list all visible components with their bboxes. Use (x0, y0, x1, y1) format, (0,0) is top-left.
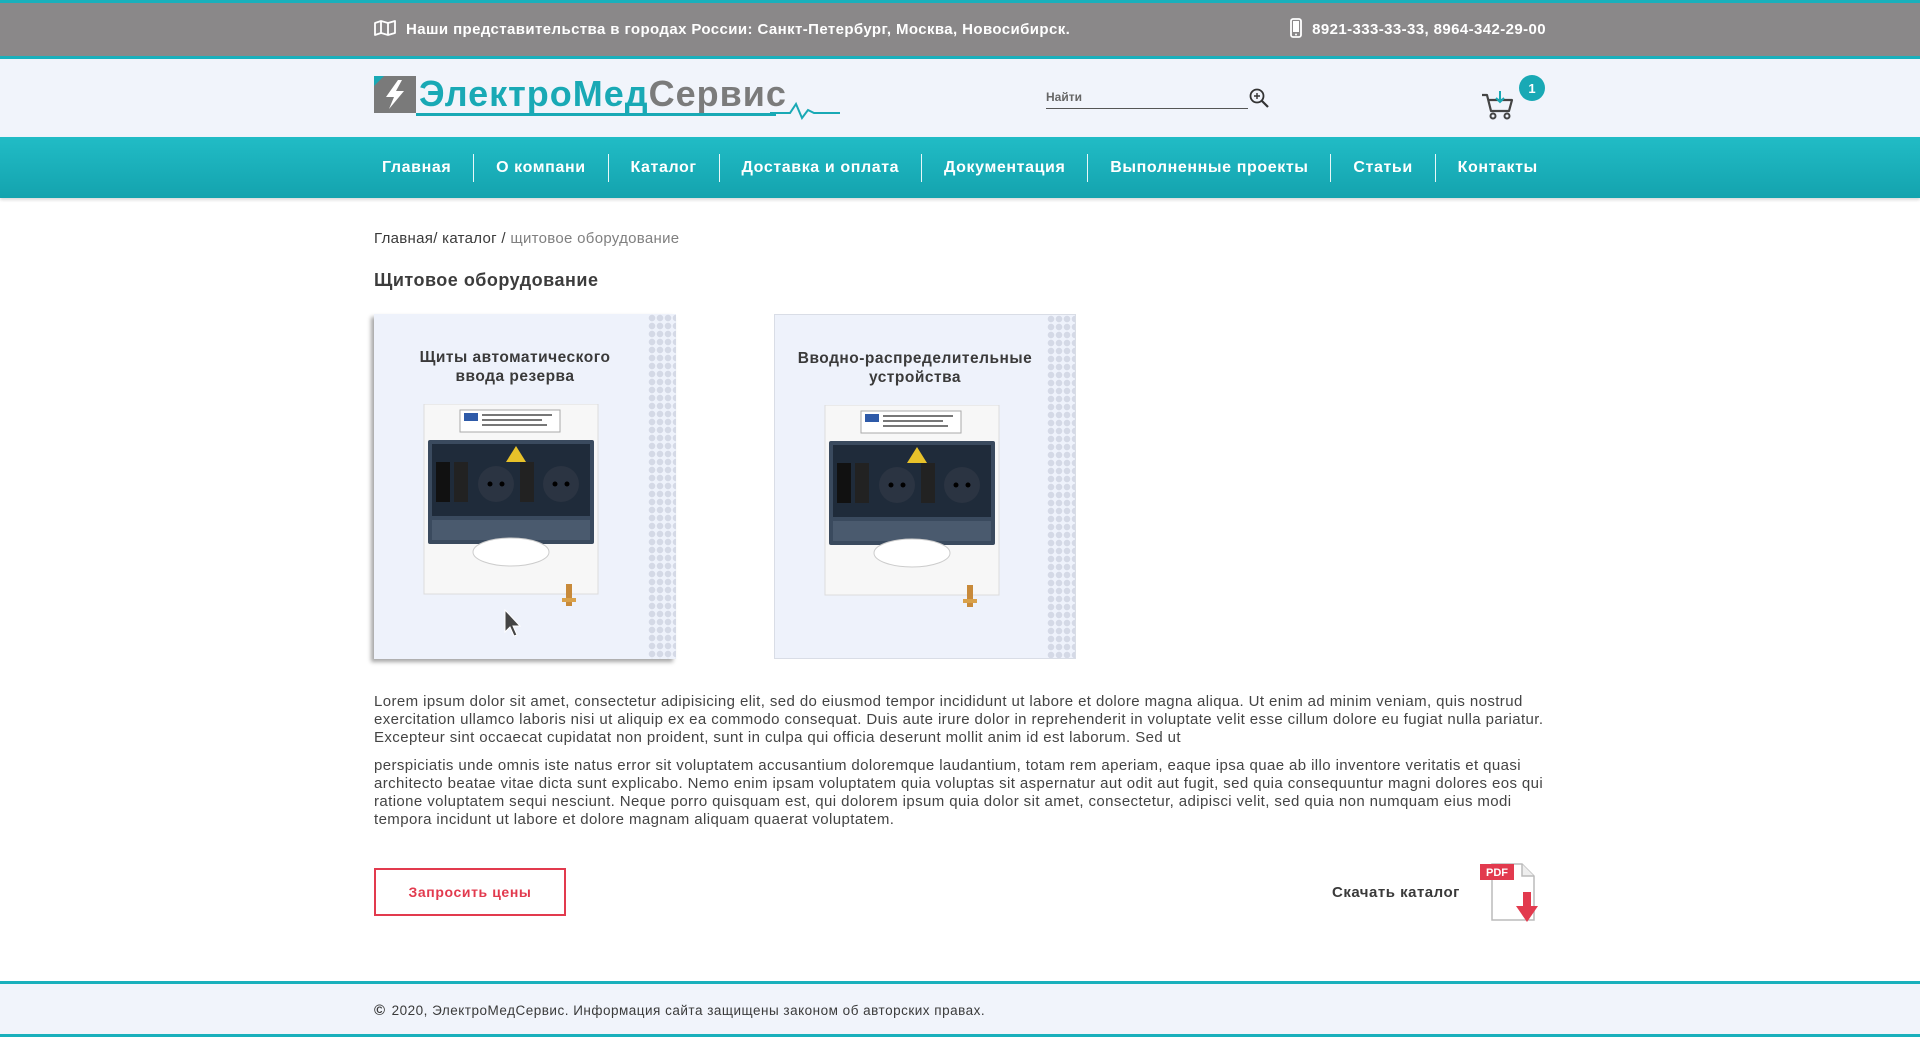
footer-copyright: © 2020, ЭлектроМедСервис. Информация сай… (374, 1002, 985, 1019)
nav-item-about[interactable]: О компани (488, 159, 594, 177)
cart-icon[interactable] (1480, 89, 1516, 121)
phones-info: 8921-333-33-33, 8964-342-29-00 (1290, 17, 1546, 42)
breadcrumb-separator: / (496, 230, 511, 247)
electrical-panel-image (423, 404, 599, 606)
nav-separator (1087, 153, 1089, 182)
main-navigation: Главная О компани Каталог Доставка и опл… (0, 137, 1920, 198)
nav-separator (1434, 153, 1436, 182)
nav-separator (1330, 153, 1332, 182)
page-title: Щитовое оборудование (374, 270, 599, 290)
copyright-text: 2020, ЭлектроМедСервис. Информация сайта… (391, 1003, 986, 1018)
mouse-pointer-icon (504, 608, 522, 637)
top-info-bar: Наши представительства в городах России:… (0, 0, 1920, 59)
nav-separator (607, 153, 609, 182)
map-icon (374, 19, 396, 40)
search-box (1046, 85, 1271, 109)
pdf-badge: PDF (1486, 867, 1508, 879)
download-catalog-label: Скачать каталог (1332, 884, 1460, 901)
site-footer: © 2020, ЭлектроМедСервис. Информация сай… (0, 981, 1920, 1037)
nav-item-articles[interactable]: Статьи (1345, 159, 1420, 177)
card-dot-pattern (1047, 315, 1075, 658)
lightning-logo-icon (374, 76, 416, 113)
nav-separator (921, 153, 923, 182)
logo-text: ЭлектроМедСервис (419, 73, 787, 114)
search-input[interactable] (1046, 85, 1248, 109)
card-dot-pattern (648, 314, 676, 659)
offices-info: Наши представительства в городах России:… (374, 19, 1071, 40)
site-header: ЭлектроМедСервис 1 (0, 59, 1920, 137)
breadcrumb-separator: / (433, 230, 443, 247)
cart-count-badge[interactable]: 1 (1519, 75, 1545, 101)
pdf-download-icon: PDF (1480, 863, 1538, 922)
breadcrumb-current: щитовое оборудование (510, 230, 680, 247)
nav-separator (473, 153, 475, 182)
logo-underline (416, 113, 776, 116)
nav-item-home[interactable]: Главная (374, 159, 459, 177)
offices-text: Наши представительства в городах России:… (406, 21, 1071, 38)
copyright-icon: © (374, 1002, 386, 1019)
site-logo[interactable]: ЭлектроМедСервис (374, 73, 840, 122)
pulse-line-icon (770, 101, 840, 120)
nav-item-contacts[interactable]: Контакты (1450, 159, 1546, 177)
breadcrumb-home[interactable]: Главная (374, 230, 433, 247)
breadcrumb-catalog[interactable]: каталог (442, 230, 497, 247)
nav-item-projects[interactable]: Выполненные проекты (1102, 159, 1316, 177)
category-card-title: Щиты автоматического ввода резерва (419, 349, 611, 385)
breadcrumb: Главная/ каталог / щитовое оборудование (374, 230, 679, 247)
description-paragraph: perspiciatis unde omnis iste natus error… (374, 757, 1544, 828)
nav-item-catalog[interactable]: Каталог (622, 159, 704, 177)
nav-separator (718, 153, 720, 182)
request-price-button[interactable]: Запросить цены (374, 868, 566, 916)
electrical-panel-image (824, 405, 1000, 607)
category-card-ats[interactable]: Щиты автоматического ввода резерва (374, 314, 676, 659)
phone-icon (1290, 17, 1303, 42)
search-icon[interactable] (1248, 87, 1270, 109)
nav-item-delivery[interactable]: Доставка и оплата (733, 159, 907, 177)
phones-text[interactable]: 8921-333-33-33, 8964-342-29-00 (1312, 21, 1546, 38)
description-paragraph: Lorem ipsum dolor sit amet, consectetur … (374, 693, 1544, 746)
download-catalog-link[interactable]: Скачать каталог PDF (1332, 860, 1546, 926)
category-card-title: Вводно-распределительные устройства (797, 350, 1033, 386)
category-card-distribution[interactable]: Вводно-распределительные устройства (774, 314, 1076, 659)
nav-item-documentation[interactable]: Документация (936, 159, 1073, 177)
